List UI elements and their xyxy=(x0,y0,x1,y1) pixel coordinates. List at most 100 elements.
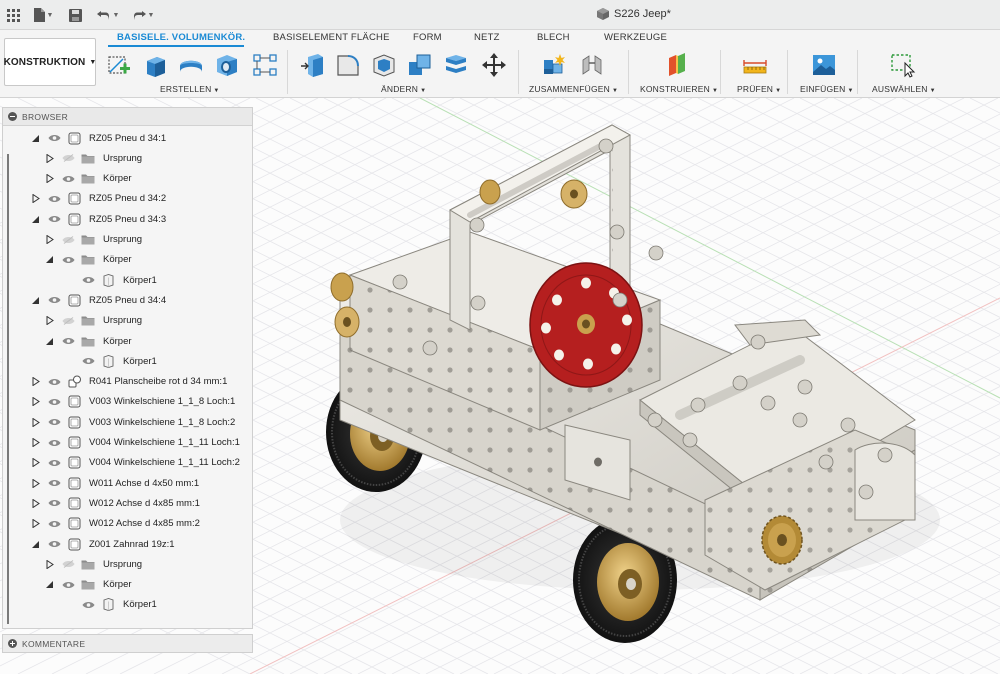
tree-row-component[interactable]: RZ05 Pneu d 34:4 xyxy=(29,290,166,310)
gear-wheel[interactable] xyxy=(761,515,803,565)
tree-expander[interactable] xyxy=(29,193,41,205)
tree-row-component[interactable]: V003 Winkelschiene 1_1_8 Loch:1 xyxy=(29,392,235,412)
visibility-toggle[interactable] xyxy=(47,295,61,305)
tree-expander[interactable] xyxy=(29,213,41,225)
visibility-toggle[interactable] xyxy=(47,498,61,508)
extrude-button[interactable] xyxy=(140,50,170,80)
tree-expander[interactable] xyxy=(43,579,55,591)
tree-row-folder[interactable]: Körper xyxy=(43,169,132,189)
group-pruefen[interactable]: PRÜFEN ▼ xyxy=(737,84,781,94)
create-sketch-button[interactable] xyxy=(104,50,134,80)
tree-row-component[interactable]: RZ05 Pneu d 34:1 xyxy=(29,128,166,148)
tree-expander[interactable] xyxy=(29,132,41,144)
visibility-toggle[interactable] xyxy=(47,377,61,387)
tree-expander[interactable] xyxy=(43,558,55,570)
visibility-toggle[interactable] xyxy=(47,194,61,204)
visibility-toggle[interactable] xyxy=(61,235,75,245)
tree-row-body[interactable]: Körper1 xyxy=(63,270,157,290)
visibility-toggle[interactable] xyxy=(81,275,95,285)
hole-button[interactable] xyxy=(212,50,242,80)
tree-row-component[interactable]: W012 Achse d 4x85 mm:2 xyxy=(29,514,200,534)
tree-expander[interactable] xyxy=(29,437,41,449)
tree-expander[interactable] xyxy=(29,538,41,550)
visibility-toggle[interactable] xyxy=(81,356,95,366)
tree-row-folder[interactable]: Ursprung xyxy=(43,230,142,250)
tree-row-folder[interactable]: Ursprung xyxy=(43,311,142,331)
visibility-toggle[interactable] xyxy=(47,214,61,224)
measure-button[interactable] xyxy=(740,50,770,80)
visibility-toggle[interactable] xyxy=(47,539,61,549)
tree-expander[interactable] xyxy=(29,477,41,489)
joint-button[interactable] xyxy=(577,50,607,80)
select-button[interactable] xyxy=(888,50,918,80)
visibility-toggle[interactable] xyxy=(61,559,75,569)
shell-button[interactable] xyxy=(369,50,399,80)
tab-form[interactable]: FORM xyxy=(413,32,442,43)
undo-button[interactable]: ▼ xyxy=(95,5,121,25)
file-menu-button[interactable]: ▼ xyxy=(30,5,56,25)
group-erstellen[interactable]: ERSTELLEN ▼ xyxy=(160,84,220,94)
tree-row-folder[interactable]: Körper xyxy=(43,250,132,270)
visibility-toggle[interactable] xyxy=(61,174,75,184)
visibility-toggle[interactable] xyxy=(47,397,61,407)
tree-row-component[interactable]: W011 Achse d 4x50 mm:1 xyxy=(29,473,199,493)
tree-row-body[interactable]: Körper1 xyxy=(63,351,157,371)
tree-expander[interactable] xyxy=(43,335,55,347)
tree-expander[interactable] xyxy=(29,457,41,469)
new-component-button[interactable] xyxy=(539,50,569,80)
tree-expander[interactable] xyxy=(29,518,41,530)
press-pull-button[interactable] xyxy=(297,50,327,80)
tree-row-folder[interactable]: Körper xyxy=(43,575,132,595)
tab-werkzeuge[interactable]: WERKZEUGE xyxy=(604,32,667,43)
app-grid-button[interactable] xyxy=(4,5,22,25)
revolve-button[interactable] xyxy=(176,50,206,80)
workspace-switcher[interactable]: KONSTRUKTION ▼ xyxy=(4,38,96,86)
visibility-toggle[interactable] xyxy=(61,153,75,163)
browser-header[interactable]: BROWSER xyxy=(3,108,252,126)
visibility-toggle[interactable] xyxy=(47,519,61,529)
redo-button[interactable]: ▼ xyxy=(130,5,156,25)
tree-row-folder[interactable]: Ursprung xyxy=(43,148,142,168)
group-konstruieren[interactable]: KONSTRUIEREN ▼ xyxy=(640,84,718,94)
tree-row-component[interactable]: W012 Achse d 4x85 mm:1 xyxy=(29,493,200,513)
visibility-toggle[interactable] xyxy=(81,600,95,610)
visibility-toggle[interactable] xyxy=(61,316,75,326)
tree-row-body[interactable]: Körper1 xyxy=(63,595,157,615)
split-body-button[interactable] xyxy=(441,50,471,80)
tree-expander[interactable] xyxy=(43,315,55,327)
tree-row-component[interactable]: V003 Winkelschiene 1_1_8 Loch:2 xyxy=(29,412,235,432)
visibility-toggle[interactable] xyxy=(47,133,61,143)
tree-expander[interactable] xyxy=(29,396,41,408)
tree-expander[interactable] xyxy=(43,173,55,185)
tree-row-folder[interactable]: Ursprung xyxy=(43,554,142,574)
tree-expander[interactable] xyxy=(29,376,41,388)
insert-image-button[interactable] xyxy=(809,50,839,80)
visibility-toggle[interactable] xyxy=(47,458,61,468)
tree-row-assembly[interactable]: R041 Planscheibe rot d 34 mm:1 xyxy=(29,372,227,392)
scrollbar[interactable] xyxy=(7,154,9,624)
tree-expander[interactable] xyxy=(29,416,41,428)
visibility-toggle[interactable] xyxy=(61,580,75,590)
visibility-toggle[interactable] xyxy=(47,478,61,488)
visibility-toggle[interactable] xyxy=(61,336,75,346)
tab-netz[interactable]: NETZ xyxy=(474,32,500,43)
tree-row-component[interactable]: Z001 Zahnrad 19z:1 xyxy=(29,534,175,554)
group-aendern[interactable]: ÄNDERN ▼ xyxy=(381,84,426,94)
collapse-icon[interactable] xyxy=(8,112,17,121)
tab-blech[interactable]: BLECH xyxy=(537,32,570,43)
red-disc-wheel[interactable] xyxy=(529,262,643,388)
tree-row-component[interactable]: RZ05 Pneu d 34:2 xyxy=(29,189,166,209)
move-button[interactable] xyxy=(479,50,509,80)
tab-basisele-volumenkoer[interactable]: BASISELE. VOLUMENKÖR. xyxy=(117,32,245,43)
comments-panel[interactable]: KOMMENTARE xyxy=(2,634,253,653)
tree-expander[interactable] xyxy=(43,152,55,164)
combine-button[interactable] xyxy=(405,50,435,80)
tree-expander[interactable] xyxy=(29,294,41,306)
tree-row-folder[interactable]: Körper xyxy=(43,331,132,351)
visibility-toggle[interactable] xyxy=(47,417,61,427)
tree-row-component[interactable]: V004 Winkelschiene 1_1_11 Loch:1 xyxy=(29,433,240,453)
tree-expander[interactable] xyxy=(29,497,41,509)
group-einfuegen[interactable]: EINFÜGEN ▼ xyxy=(800,84,854,94)
fillet-button[interactable] xyxy=(333,50,363,80)
pattern-button[interactable] xyxy=(250,50,280,80)
